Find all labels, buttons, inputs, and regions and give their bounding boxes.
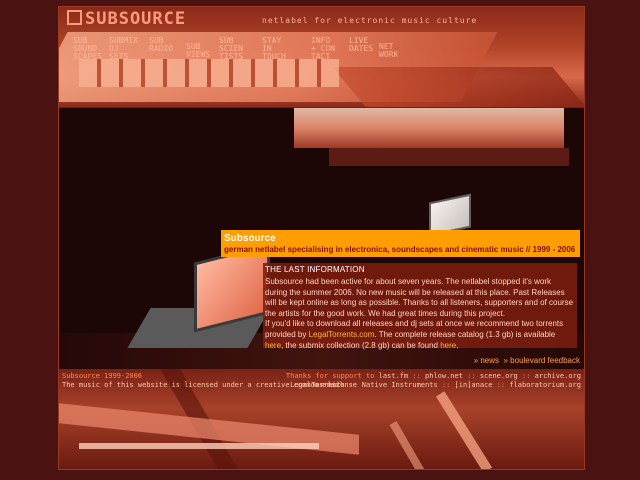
footer-graphic — [79, 443, 319, 449]
submix-collection-link[interactable]: here — [440, 341, 456, 350]
inanace-link[interactable]: [in]anace — [455, 381, 493, 389]
info-paragraph: . — [456, 340, 459, 350]
feedback-link[interactable]: » boulevard feedback — [504, 356, 581, 365]
header-graphic — [332, 67, 584, 107]
info-paragraph: , the submix collection (2.8 gb) can be … — [281, 340, 441, 350]
main-content: Subsource german netlabel specialising i… — [59, 107, 584, 371]
logo-icon — [67, 10, 82, 25]
info-text: Subsource had been active for about seve… — [265, 277, 575, 351]
page-title: Subsource — [224, 233, 276, 244]
nav-soundscapes[interactable]: SUB SOUND SCAPES — [73, 37, 102, 61]
nav-scientists[interactable]: SUB SCIEN TISTS — [219, 37, 243, 61]
title-box: Subsource german netlabel specialising i… — [221, 230, 580, 257]
separator: :: — [349, 381, 358, 389]
logo-text: SUBSOURCE — [85, 9, 187, 29]
news-link[interactable]: » news — [474, 356, 499, 365]
footer-graphic — [389, 421, 427, 469]
header: SUBSOURCE netlabel for electronic music … — [59, 7, 584, 107]
site-logo[interactable]: SUBSOURCE — [67, 9, 186, 29]
site-tagline: netlabel for electronic music culture — [262, 16, 478, 25]
header-graphic — [79, 59, 339, 87]
legaltorrents-footer-link[interactable]: LegalTorrents — [290, 381, 345, 389]
separator: :: — [412, 372, 421, 380]
info-paragraph: Subsource had been active for about seve… — [265, 277, 574, 318]
secondary-links: » news » boulevard feedback — [474, 356, 580, 365]
nav-stay-in-touch[interactable]: STAY IN TOUCH — [262, 37, 286, 61]
page-frame: SUBSOURCE netlabel for electronic music … — [58, 6, 585, 470]
nav-info-contact[interactable]: INFO + CON TACT — [311, 37, 335, 61]
footer-graphic — [435, 391, 493, 469]
nav-network[interactable]: NET WORK — [379, 43, 398, 59]
copyright-text: Subsource 1999-2006 — [62, 372, 143, 380]
thanks-prefix: Thanks for support to — [285, 372, 375, 380]
nav-live-dates[interactable]: LIVE DATES — [349, 37, 373, 53]
footer: Subsource 1999-2006 The music of this we… — [59, 369, 584, 469]
lastfm-link[interactable]: last.fm — [379, 372, 409, 380]
info-box: THE LAST INFORMATION Subsource had been … — [263, 263, 577, 351]
background-photo — [329, 148, 569, 166]
flaboratorium-link[interactable]: flaboratorium.org — [509, 381, 581, 389]
partners-line: LegalTorrents :: Native Instruments :: [… — [290, 381, 581, 389]
background-photo — [294, 108, 564, 148]
separator: :: — [496, 381, 506, 389]
info-heading: THE LAST INFORMATION — [265, 265, 365, 274]
phlow-link[interactable]: phlow.net — [425, 372, 463, 380]
scene-org-link[interactable]: scene.org — [480, 372, 518, 380]
nav-radio[interactable]: SUB RADIO — [149, 37, 173, 53]
archive-org-link[interactable]: archive.org — [535, 372, 581, 380]
thanks-line: Thanks for support to last.fm :: phlow.n… — [286, 372, 581, 380]
release-catalog-link[interactable]: here — [265, 341, 281, 350]
nav-dj-sets[interactable]: SUBMIX DJ SETS — [109, 37, 138, 61]
nav-views[interactable]: SUB VIEWS — [186, 43, 210, 59]
separator: :: — [441, 381, 451, 389]
separator: :: — [521, 372, 531, 380]
info-paragraph: . The complete release catalog (1.3 gb) … — [374, 329, 556, 339]
legaltorrents-link[interactable]: LegalTorrents.com — [309, 330, 375, 339]
native-instruments-link[interactable]: Native Instruments — [362, 381, 438, 389]
page-subtitle: german netlabel specialising in electron… — [224, 245, 576, 254]
separator: :: — [467, 372, 476, 380]
